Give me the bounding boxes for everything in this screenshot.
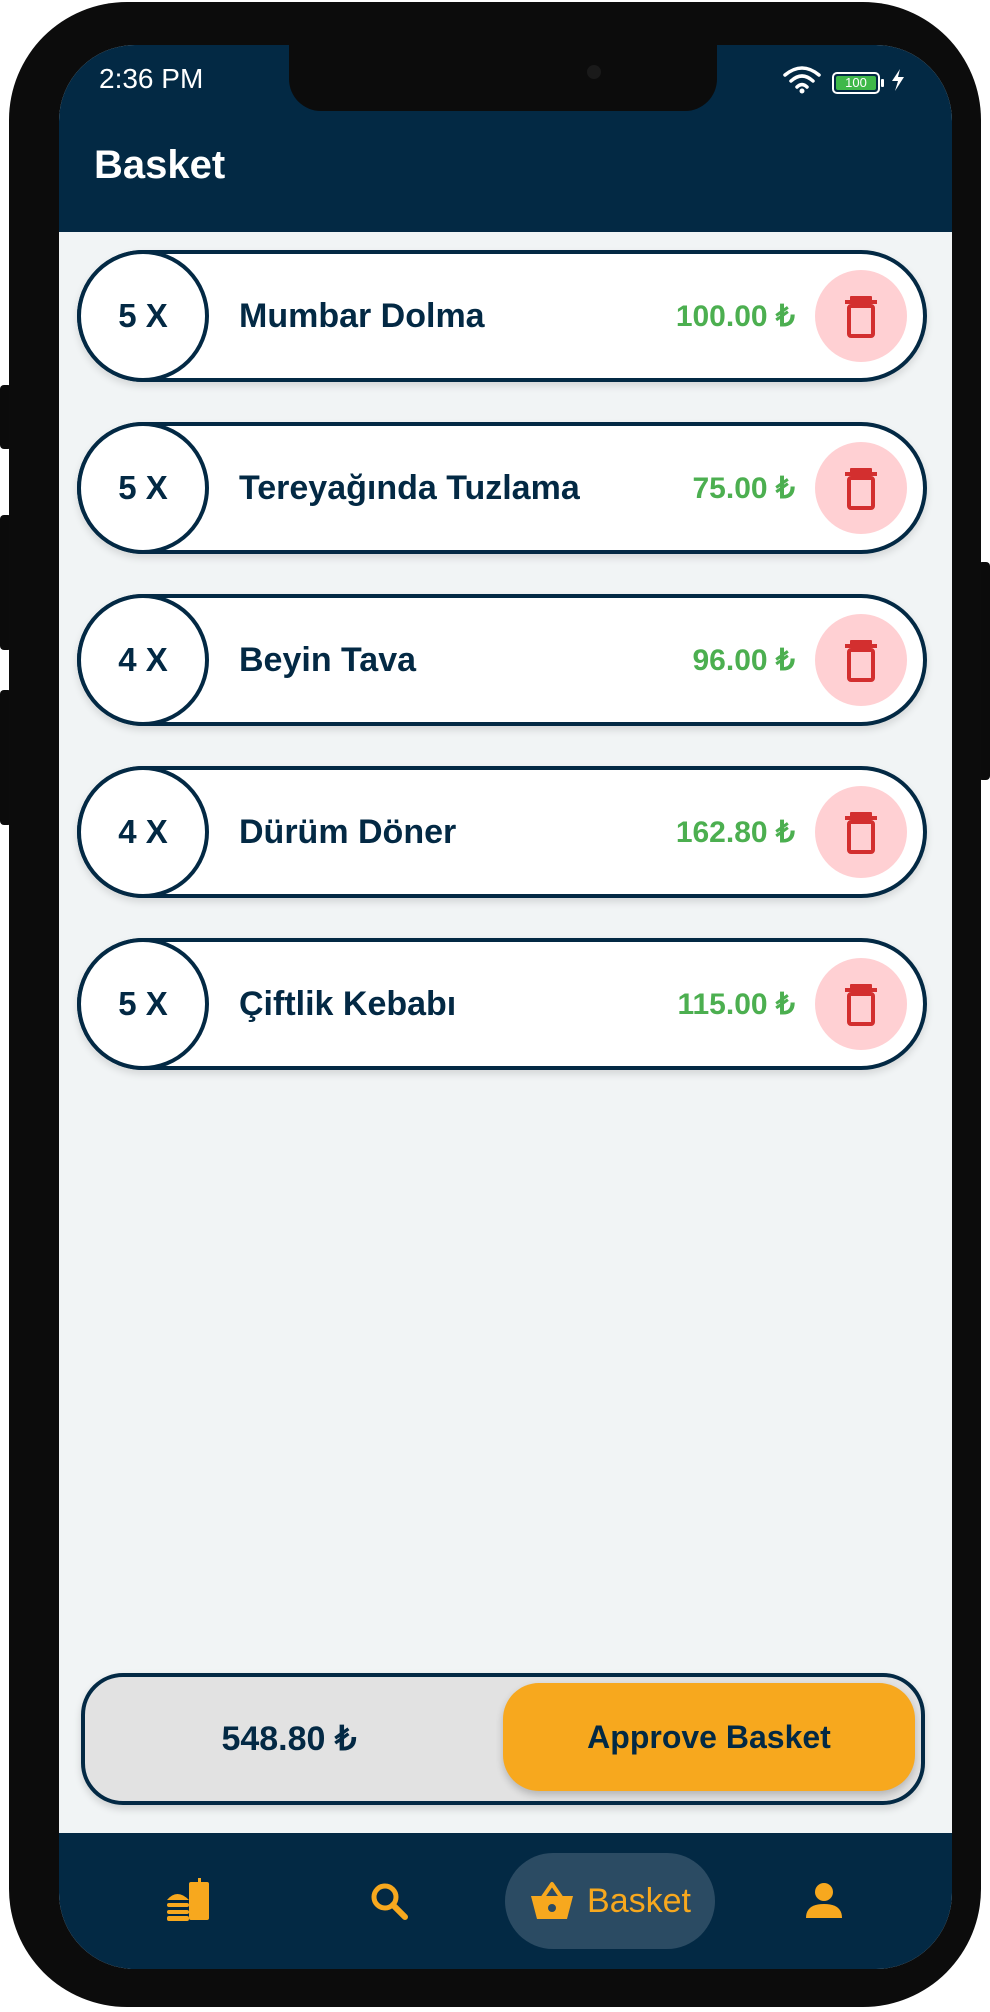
basket-item: 5 X Mumbar Dolma 100.00 ₺ — [77, 250, 927, 382]
nav-label-basket: Basket — [587, 1881, 691, 1920]
item-price: 100.00 ₺ — [675, 299, 795, 333]
basket-icon — [531, 1882, 574, 1919]
battery-icon: 100 — [832, 71, 884, 94]
trash-icon — [845, 468, 877, 510]
item-price: 162.80 ₺ — [675, 815, 795, 849]
trash-icon — [845, 984, 877, 1026]
trash-icon — [845, 812, 877, 854]
phone-frame: 2:36 PM 100 Basket 5 X Mumbar Dolma 100.… — [9, 2, 981, 2007]
item-quantity: 5 X — [77, 422, 209, 554]
item-price: 75.00 ₺ — [692, 471, 796, 505]
item-name: Mumbar Dolma — [239, 296, 485, 335]
basket-item: 5 X Çiftlik Kebabı 115.00 ₺ — [77, 938, 927, 1070]
bottom-navigation: Basket — [59, 1833, 952, 1969]
delete-button[interactable] — [815, 442, 907, 534]
item-price: 96.00 ₺ — [692, 643, 796, 677]
search-icon — [371, 1883, 408, 1920]
nav-item-profile[interactable] — [764, 1833, 884, 1969]
page-title: Basket — [94, 143, 226, 187]
item-quantity: 4 X — [77, 594, 209, 726]
battery-level: 100 — [836, 75, 876, 90]
app-screen: 2:36 PM 100 Basket 5 X Mumbar Dolma 100.… — [59, 45, 952, 1969]
basket-item: 4 X Beyin Tava 96.00 ₺ — [77, 594, 927, 726]
food-menu-icon — [167, 1878, 209, 1921]
delete-button[interactable] — [815, 958, 907, 1050]
trash-icon — [845, 296, 877, 338]
item-name: Çiftlik Kebabı — [239, 984, 457, 1023]
nav-item-basket[interactable]: Basket — [505, 1853, 715, 1949]
item-quantity: 4 X — [77, 766, 209, 898]
front-camera — [587, 65, 601, 79]
trash-icon — [845, 640, 877, 682]
basket-total: 548.80 ₺ — [221, 1720, 357, 1758]
status-time: 2:36 PM — [99, 63, 204, 94]
basket-item: 4 X Dürüm Döner 162.80 ₺ — [77, 766, 927, 898]
nav-item-search[interactable] — [329, 1833, 449, 1969]
delete-button[interactable] — [815, 614, 907, 706]
delete-button[interactable] — [815, 270, 907, 362]
profile-icon — [806, 1883, 842, 1918]
approve-basket-button[interactable]: Approve Basket — [503, 1683, 915, 1791]
charging-icon — [890, 68, 906, 97]
wifi-icon — [782, 65, 822, 100]
delete-button[interactable] — [815, 786, 907, 878]
basket-summary: 548.80 ₺ Approve Basket — [81, 1673, 925, 1805]
camera-notch — [289, 45, 717, 111]
item-name: Tereyağında Tuzlama — [239, 468, 580, 507]
item-quantity: 5 X — [77, 938, 209, 1070]
basket-list: 5 X Mumbar Dolma 100.00 ₺ 5 X Tereyağınd… — [77, 250, 927, 1110]
item-quantity: 5 X — [77, 250, 209, 382]
nav-item-menu[interactable] — [129, 1833, 249, 1969]
basket-item: 5 X Tereyağında Tuzlama 75.00 ₺ — [77, 422, 927, 554]
item-price: 115.00 ₺ — [677, 987, 795, 1021]
item-name: Dürüm Döner — [239, 812, 457, 851]
item-name: Beyin Tava — [239, 640, 417, 679]
status-icons: 100 — [782, 65, 906, 100]
